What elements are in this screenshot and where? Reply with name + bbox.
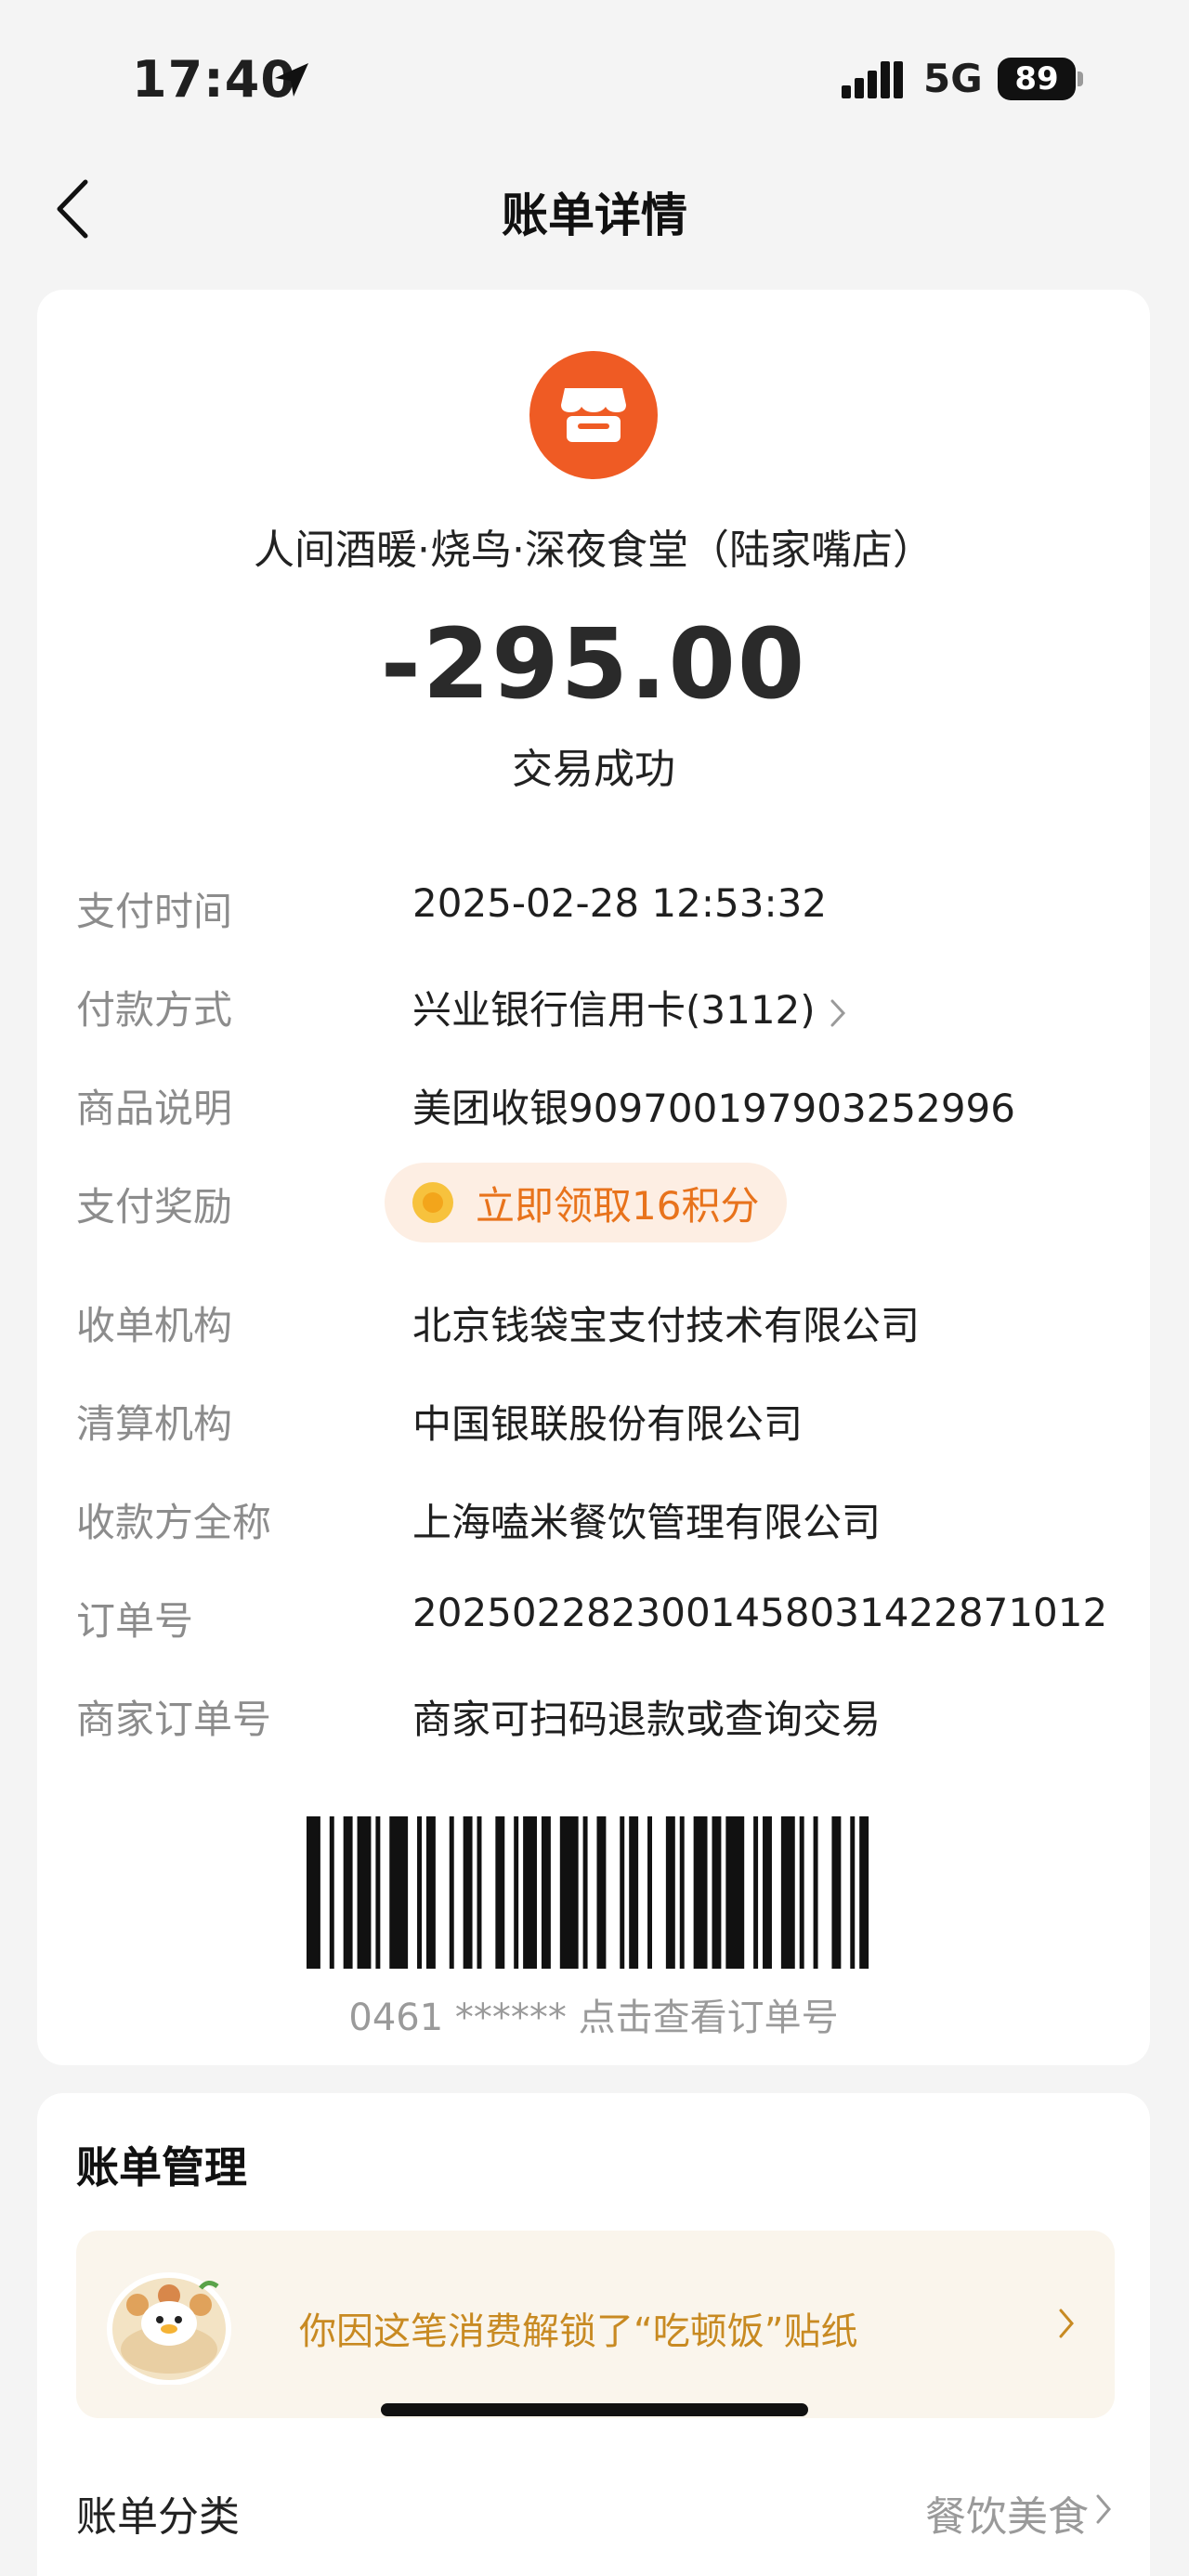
category-value[interactable]: 餐饮美食 [925,2483,1089,2543]
detail-row-reward: 支付奖励 立即领取16积分 [76,1163,1117,1242]
claim-points-label: 立即领取16积分 [476,1182,760,1229]
sticker-text: 你因这笔消费解锁了“吃顿饭”贴纸 [299,2310,858,2353]
sticker-banner[interactable]: 你因这笔消费解锁了“吃顿饭”贴纸 [76,2231,1115,2418]
detail-label: 订单号 [76,1598,194,1644]
detail-row-clearing: 清算机构 中国银联股份有限公司 [76,1384,1117,1449]
transaction-status: 交易成功 [512,746,675,793]
battery-level: 89 [1014,60,1059,98]
chevron-right-icon[interactable] [1094,2492,1113,2526]
detail-value: 2025022823001458031422871012 [412,1590,1108,1635]
detail-value: 上海嗑米餐饮管理有限公司 [412,1500,882,1545]
detail-label: 商品说明 [76,1086,233,1131]
detail-value: 中国银联股份有限公司 [412,1401,804,1447]
bill-detail-page: 17:40 5G 89 账单详情 人间酒暖·烧鸟·深夜食堂（陆家嘴店） -295… [0,0,1189,2576]
detail-row-product-desc: 商品说明 美团收银909700197903252996 [76,1068,1117,1133]
detail-label: 清算机构 [76,1401,233,1447]
detail-value: 北京钱袋宝支付技术有限公司 [412,1303,921,1348]
chevron-right-icon [830,999,845,1026]
bill-management-card: 账单管理 你因这笔消费解锁了“吃顿饭”贴纸 账单分类 餐饮美食 [37,2093,1150,2576]
detail-value: 兴业银行信用卡(3112) [412,987,816,1033]
section-title: 账单管理 [76,2142,247,2192]
detail-value: 商家可扫码退款或查询交易 [412,1697,882,1742]
transaction-amount: -295.00 [380,607,807,721]
battery-icon: 89 [998,58,1083,100]
merchant-name: 人间酒暖·烧鸟·深夜食堂（陆家嘴店） [254,527,934,574]
sticker-icon [107,2272,231,2385]
claim-points-button[interactable]: 立即领取16积分 [385,1163,788,1242]
transaction-card: 人间酒暖·烧鸟·深夜食堂（陆家嘴店） -295.00 交易成功 支付时间 202… [37,290,1150,2065]
chevron-right-icon [1059,2309,1074,2338]
detail-row-payment-method[interactable]: 付款方式 兴业银行信用卡(3112) [76,969,1117,1034]
category-label: 账单分类 [76,2493,240,2541]
home-indicator [381,2403,808,2416]
barcode-caption[interactable]: 0461 ****** 点击查看订单号 [37,1987,1150,2041]
status-bar: 17:40 5G 89 [0,0,1189,139]
detail-label: 支付时间 [76,889,233,934]
detail-row-order-no: 订单号 2025022823001458031422871012 [76,1581,1117,1646]
order-barcode[interactable] [307,1816,882,1969]
payment-method-link[interactable]: 兴业银行信用卡(3112) [412,979,847,1035]
detail-label: 支付奖励 [76,1184,233,1229]
detail-value: 美团收银909700197903252996 [412,1086,1015,1131]
detail-label: 付款方式 [76,987,233,1033]
detail-label: 收单机构 [76,1303,233,1348]
detail-row-payee: 收款方全称 上海嗑米餐饮管理有限公司 [76,1482,1117,1547]
page-title: 账单详情 [502,189,687,242]
detail-value: 2025-02-28 12:53:32 [412,880,828,926]
coin-icon [412,1182,453,1223]
signal-icon [842,61,903,98]
detail-label: 收款方全称 [76,1500,272,1545]
detail-row-merchant-order: 商家订单号 商家可扫码退款或查询交易 [76,1679,1117,1744]
network-label: 5G [923,56,983,101]
detail-label: 商家订单号 [76,1697,272,1742]
store-icon [529,351,658,479]
location-arrow-icon [275,63,308,97]
detail-row-acquirer: 收单机构 北京钱袋宝支付技术有限公司 [76,1285,1117,1350]
detail-row-pay-time: 支付时间 2025-02-28 12:53:32 [76,871,1117,936]
